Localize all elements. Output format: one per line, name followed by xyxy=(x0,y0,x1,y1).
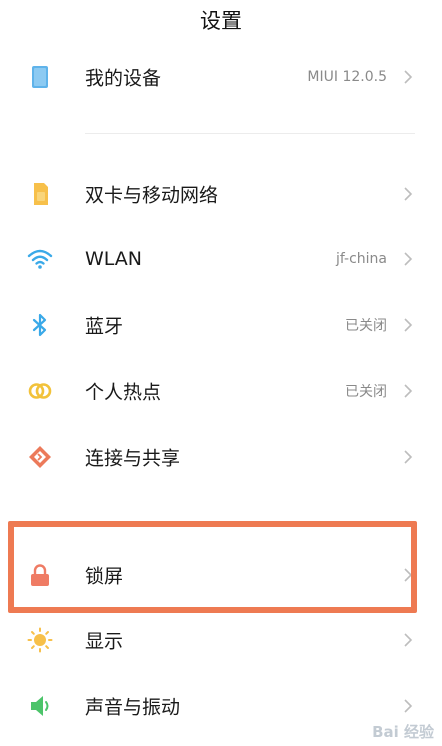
sim-network-item[interactable]: 双卡与移动网络 xyxy=(0,162,442,226)
bluetooth-item[interactable]: 蓝牙 已关闭 xyxy=(0,293,442,357)
my-device-label: 我的设备 xyxy=(85,67,162,90)
wlan-label: WLAN xyxy=(85,248,143,270)
sim-network-label: 双卡与移动网络 xyxy=(85,184,219,207)
sun-icon xyxy=(26,626,54,654)
section-divider xyxy=(85,133,415,134)
chevron-right-icon xyxy=(402,697,414,715)
chevron-right-icon xyxy=(402,316,414,334)
chevron-right-icon xyxy=(402,185,414,203)
page-title: 设置 xyxy=(200,9,242,33)
chevron-right-icon xyxy=(402,631,414,649)
settings-screen: 设置 我的设备 MIUI 12.0.5 双卡与移动网络 WLAN jf-chin… xyxy=(0,0,442,746)
chevron-right-icon xyxy=(402,250,414,268)
chevron-right-icon xyxy=(402,68,414,86)
hotspot-label: 个人热点 xyxy=(85,381,162,404)
wlan-ssid: jf-china xyxy=(335,251,387,267)
device-icon xyxy=(26,63,54,91)
miui-version: MIUI 12.0.5 xyxy=(307,69,387,85)
bluetooth-label: 蓝牙 xyxy=(85,315,124,338)
highlight-box xyxy=(8,521,417,613)
hotspot-status: 已关闭 xyxy=(345,384,387,400)
wlan-item[interactable]: WLAN jf-china xyxy=(0,227,442,291)
chevron-right-icon xyxy=(402,448,414,466)
bluetooth-status: 已关闭 xyxy=(345,318,387,334)
display-item[interactable]: 显示 xyxy=(0,608,442,672)
connection-sharing-label: 连接与共享 xyxy=(85,447,181,470)
display-label: 显示 xyxy=(85,630,124,653)
sim-card-icon xyxy=(26,180,54,208)
watermark: Bai 经验 xyxy=(372,723,434,741)
sound-vibration-label: 声音与振动 xyxy=(85,696,181,719)
wifi-icon xyxy=(26,245,54,273)
hotspot-item[interactable]: 个人热点 已关闭 xyxy=(0,359,442,423)
speaker-icon xyxy=(26,692,54,720)
chevron-right-icon xyxy=(402,382,414,400)
bluetooth-icon xyxy=(26,311,54,339)
share-diamond-icon xyxy=(26,443,54,471)
connection-sharing-item[interactable]: 连接与共享 xyxy=(0,425,442,489)
hotspot-icon xyxy=(26,377,54,405)
my-device-item[interactable]: 我的设备 MIUI 12.0.5 xyxy=(0,45,442,109)
